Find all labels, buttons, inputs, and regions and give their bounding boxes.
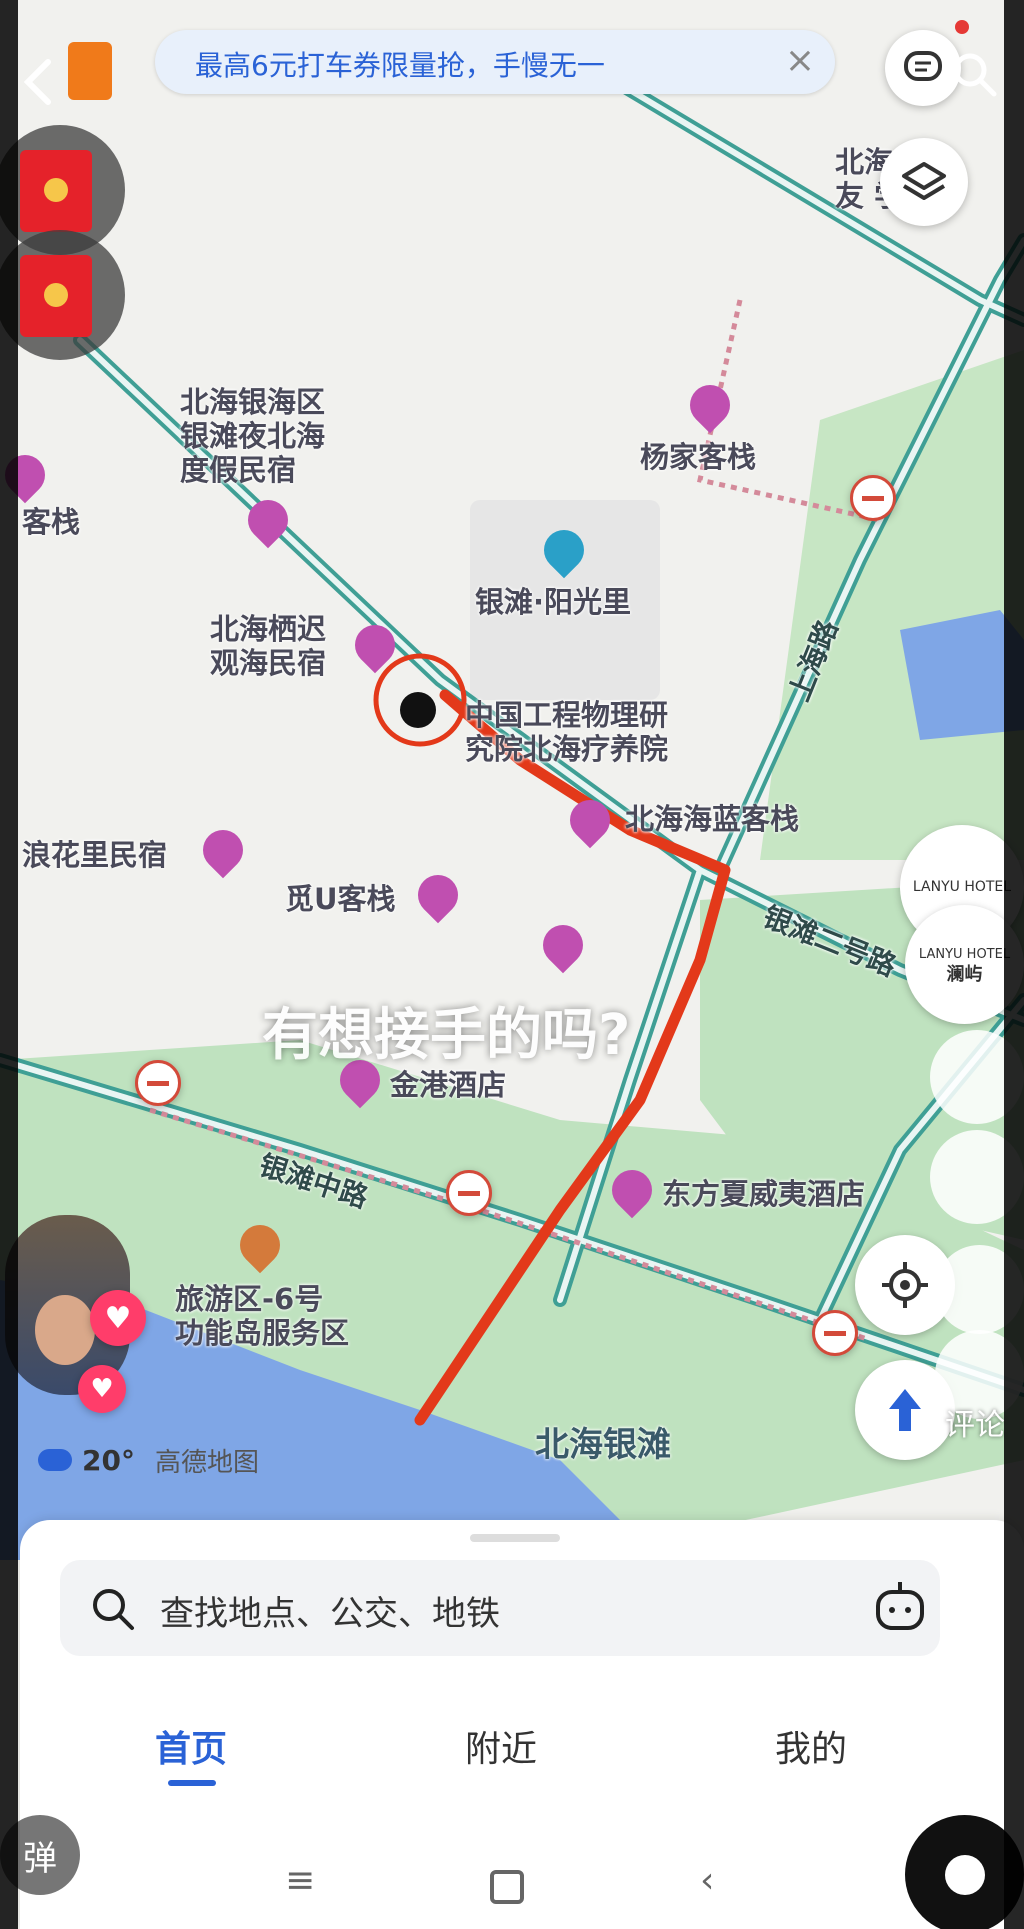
no-entry-icon (812, 1310, 858, 1356)
poi-label[interactable]: 杨家客栈 (640, 440, 756, 474)
poi-pin[interactable] (239, 491, 297, 552)
drag-handle[interactable] (470, 1534, 560, 1542)
poi-label[interactable]: 北海海蓝客栈 (625, 802, 799, 836)
poi-pin[interactable] (194, 821, 252, 882)
heart-icon[interactable]: ♥ (78, 1365, 126, 1413)
back-icon[interactable] (14, 50, 60, 110)
tab-home[interactable]: 首页 (155, 1720, 227, 1772)
poi-pin[interactable] (346, 616, 404, 677)
promo-banner[interactable]: 最高6元打车券限量抢，手慢无一 × (155, 30, 835, 94)
no-entry-icon (446, 1170, 492, 1216)
back-nav-icon[interactable]: ‹ (700, 1860, 714, 1901)
no-entry-icon (135, 1060, 181, 1106)
overlay-caption: 有想接手的吗? (262, 1003, 631, 1068)
poi-pin[interactable] (534, 916, 592, 977)
search-icon (93, 1589, 134, 1630)
screen: 北海银海区 银滩夜北海 度假民宿 杨家客栈 银滩·阳光里 北海栖迟 观海民宿 中… (0, 0, 1024, 1929)
poi-pin-orange[interactable] (231, 1216, 289, 1277)
no-entry-icon (850, 475, 896, 521)
poi-label[interactable]: 觅U客栈 (285, 882, 396, 916)
hotel-brand: LANYU HOTEL (918, 946, 1011, 962)
home-nav-icon[interactable] (490, 1870, 524, 1904)
bottom-sheet[interactable]: 查找地点、公交、地铁 首页 附近 我的 ≡ ‹ (20, 1520, 1024, 1929)
hotel-cn: 澜屿 (946, 963, 983, 985)
poi-label[interactable]: 北海银滩 (535, 1428, 671, 1462)
red-packet-icon (20, 255, 92, 337)
temperature: 20° (82, 1443, 135, 1477)
poi-label[interactable]: 客栈 (22, 505, 80, 539)
menu-nav-icon[interactable]: ≡ (285, 1860, 315, 1901)
red-packet-icon (20, 150, 92, 232)
poi-label[interactable]: 北海银海区 银滩夜北海 度假民宿 (180, 385, 325, 487)
poi-pin[interactable] (409, 866, 467, 927)
cloud-icon (38, 1449, 72, 1471)
system-nav-bar: ≡ ‹ (20, 1860, 1024, 1920)
comment-label: 评论 (945, 1408, 1005, 1443)
weather-widget[interactable]: 20° 高德地图 (38, 1440, 259, 1480)
poi-label[interactable]: 金港酒店 (390, 1068, 506, 1102)
notification-dot (955, 20, 969, 34)
poi-label[interactable]: 银滩·阳光里 (475, 585, 631, 619)
right-edge-bar (1004, 0, 1024, 1929)
poi-pin[interactable] (681, 376, 739, 437)
tab-underline (168, 1780, 216, 1786)
provider-logo: 高德地图 (154, 1447, 259, 1478)
danmu-label: 弹 (23, 1838, 57, 1879)
poi-label[interactable]: 东方夏威夷酒店 (662, 1177, 865, 1211)
close-icon[interactable]: × (785, 40, 815, 81)
tab-nearby[interactable]: 附近 (465, 1720, 537, 1772)
promo-banner-text: 最高6元打车券限量抢，手慢无一 (195, 49, 605, 82)
search-icon[interactable] (950, 50, 1000, 100)
heart-icon[interactable]: ♥ (90, 1290, 146, 1346)
poi-pin-blue[interactable] (535, 521, 593, 582)
location-blob (400, 692, 436, 728)
park-area-upper-right (760, 350, 1024, 860)
search-input[interactable]: 查找地点、公交、地铁 (160, 1586, 500, 1635)
red-packet-widget[interactable] (0, 230, 125, 360)
voice-assistant-icon[interactable] (870, 1578, 930, 1638)
tab-bar: 首页 附近 我的 (20, 1690, 1024, 1810)
search-bar[interactable]: 查找地点、公交、地铁 (60, 1560, 940, 1656)
layers-icon[interactable] (880, 138, 968, 226)
poi-label[interactable]: 中国工程物理研 究院北海疗养院 (465, 698, 668, 766)
poi-pin[interactable] (603, 1161, 661, 1222)
poi-label[interactable]: 浪花里民宿 (22, 838, 167, 872)
tab-mine[interactable]: 我的 (775, 1720, 847, 1772)
poi-label[interactable]: 北海栖迟 观海民宿 (210, 612, 326, 680)
red-envelope-icon[interactable] (68, 42, 112, 100)
poi-label[interactable]: 旅游区-6号 功能岛服务区 (175, 1282, 349, 1350)
left-edge-bar (0, 0, 18, 1929)
poi-pin[interactable] (561, 791, 619, 852)
